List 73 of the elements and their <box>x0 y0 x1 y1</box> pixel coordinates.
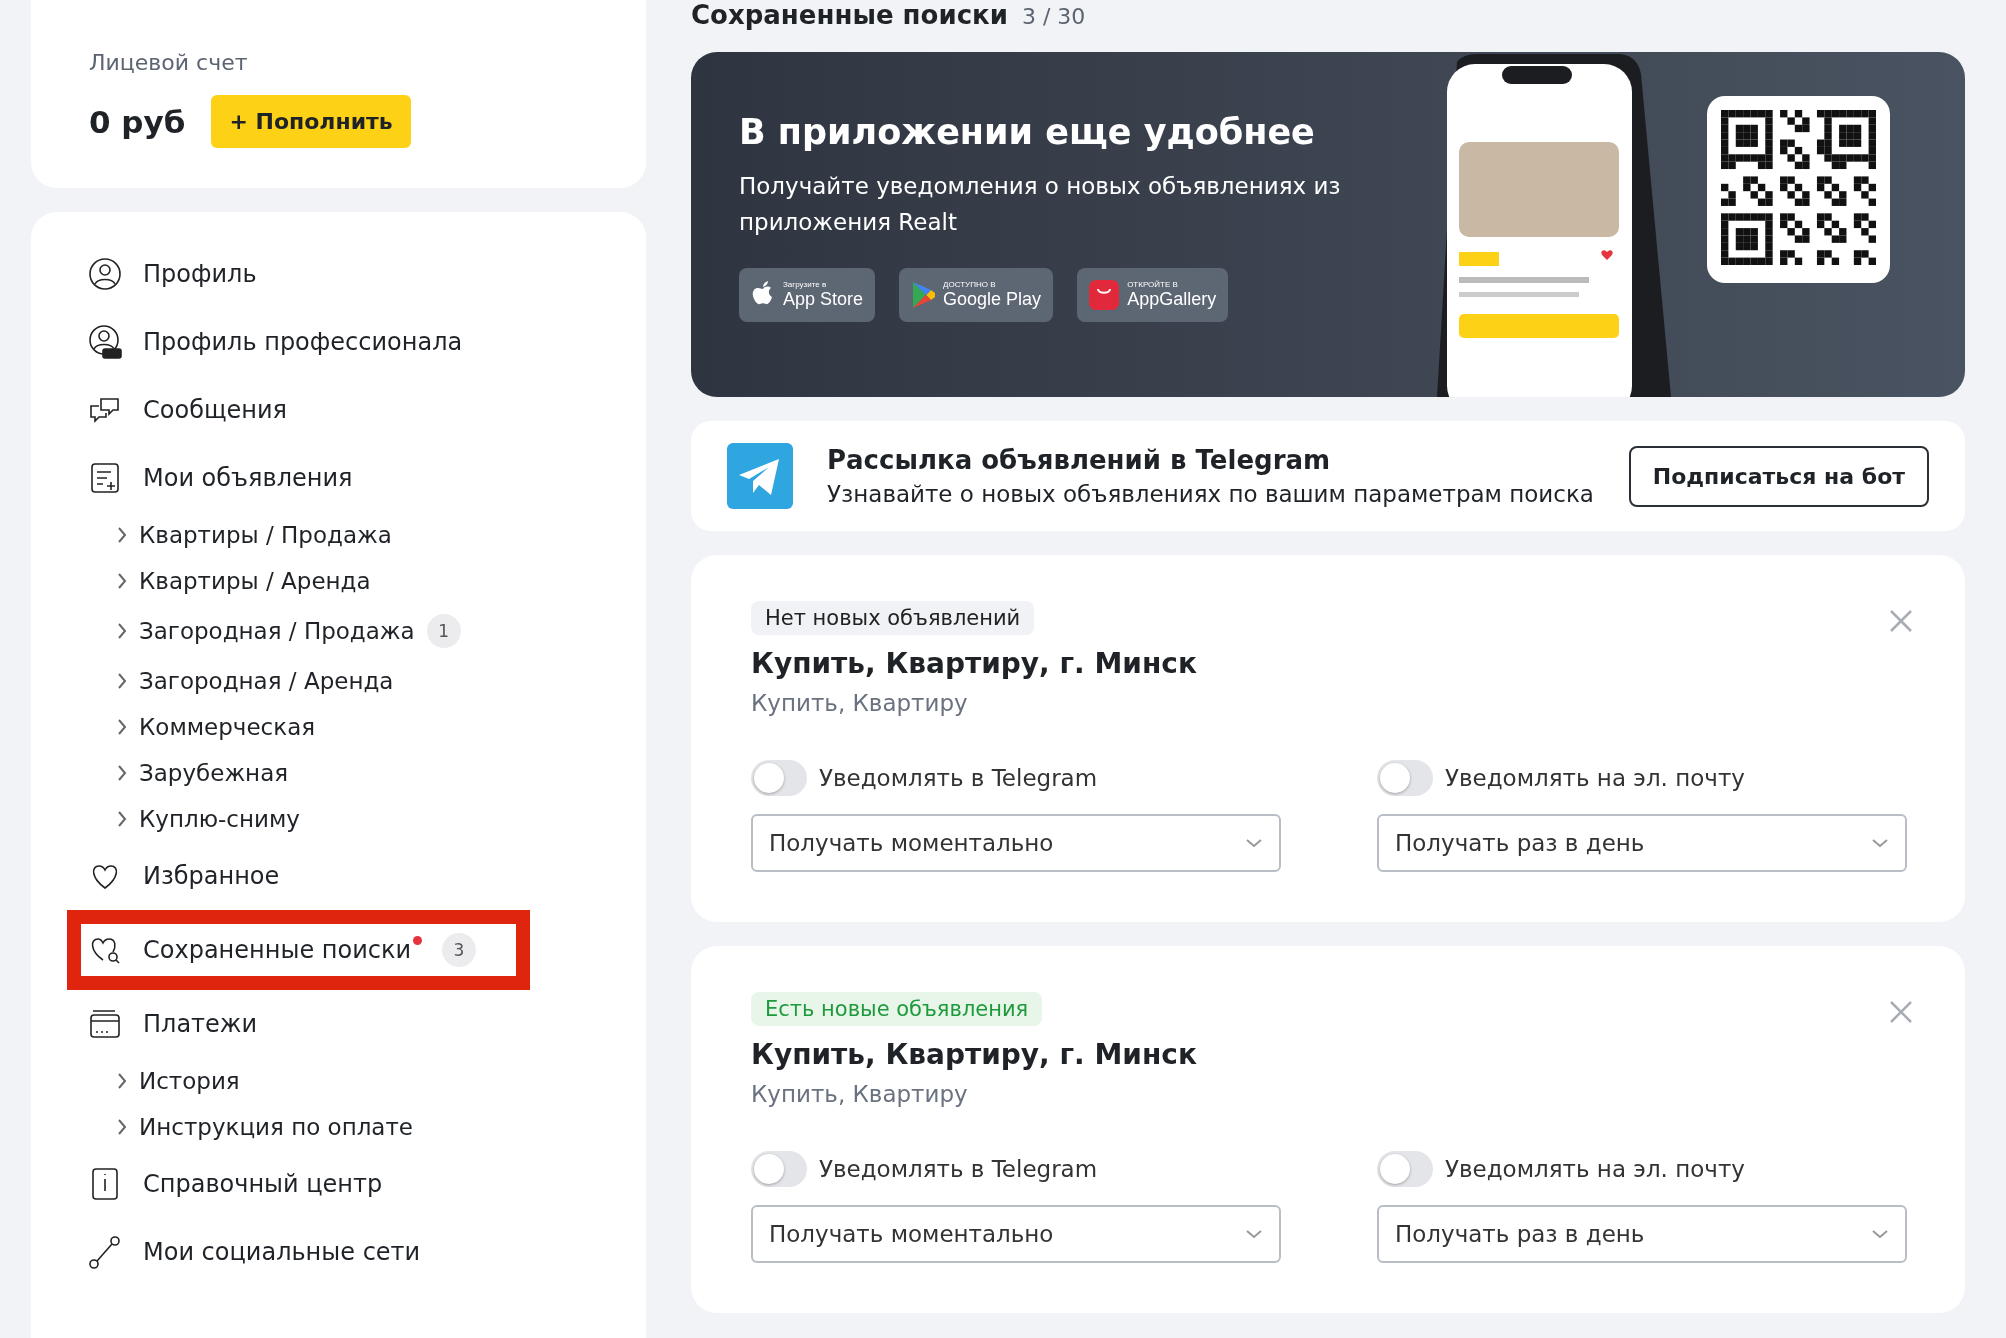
chevron-right-icon <box>117 572 127 590</box>
nav-item[interactable]: Избранное <box>143 862 280 890</box>
nav-item[interactable]: Мои социальные сети <box>143 1238 421 1266</box>
banner-title: В приложении еще удобнее <box>739 112 1316 152</box>
search-subtitle: Купить, Квартиру <box>751 690 969 716</box>
count-badge: 3 <box>442 933 477 967</box>
nav-subitem[interactable]: Загородная / Продажа <box>139 618 415 644</box>
nav-item[interactable]: Профиль <box>143 260 257 288</box>
nav-item[interactable]: Сообщения <box>143 396 288 424</box>
telegram-icon <box>727 443 793 509</box>
chevron-down-icon <box>1245 838 1263 848</box>
chevron-right-icon <box>117 810 127 828</box>
nav-item[interactable]: Мои объявления <box>143 464 353 492</box>
toggle-label: Уведомлять в Telegram <box>819 1156 1098 1182</box>
nav-subitem[interactable]: Загородная / Аренда <box>139 668 394 694</box>
play-triangle-icon <box>911 281 936 309</box>
nav-item[interactable]: Платежи <box>143 1010 258 1038</box>
status-tag: Есть новые объявления <box>751 992 1043 1026</box>
status-tag: Нет новых объявлений <box>751 601 1035 635</box>
user-icon <box>87 256 123 292</box>
user-pro-icon <box>87 324 123 360</box>
chevron-right-icon <box>117 1072 127 1090</box>
telegram-text: Узнавайте о новых объявлениях по вашим параметрам поиска <box>827 481 1595 507</box>
toggle-switch[interactable] <box>1377 760 1433 796</box>
account-label: Лицевой счет <box>89 50 249 75</box>
toggle-label: Уведомлять в Telegram <box>819 765 1098 791</box>
gallery-icon <box>1089 280 1120 310</box>
subscribe-bot-button[interactable]: Подписаться на бот <box>1628 445 1929 507</box>
page-title: Сохраненные поиски <box>691 0 1008 30</box>
toggle-switch[interactable] <box>751 1151 807 1187</box>
toggle-label: Уведомлять на эл. почту <box>1445 1156 1745 1182</box>
chevron-right-icon <box>117 764 127 782</box>
chevron-right-icon <box>117 526 127 544</box>
nav-subitem[interactable]: Инструкция по оплате <box>139 1114 413 1140</box>
chevron-down-icon <box>1871 1229 1889 1239</box>
nav-item[interactable]: Справочный центр <box>143 1170 383 1198</box>
store-button[interactable]: ДОСТУПНО В Google Play <box>899 268 1054 322</box>
chevron-down-icon <box>1871 838 1889 848</box>
banner-text: Получайте уведомления о новых объявлениях из приложения Realt <box>739 172 1342 237</box>
nav-subitem[interactable]: Квартиры / Продажа <box>139 522 392 548</box>
chevron-right-icon <box>117 1118 127 1136</box>
chevron-right-icon <box>117 622 127 640</box>
store-button[interactable]: ОТКРОЙТЕ В AppGallery <box>1077 268 1229 322</box>
frequency-select[interactable]: Получать моментально <box>751 814 1281 872</box>
telegram-title: Рассылка объявлений в Telegram <box>827 445 1332 475</box>
nav-subitem[interactable]: Зарубежная <box>139 760 289 786</box>
nav-subitem[interactable]: Коммерческая <box>139 714 316 740</box>
nav-subitem[interactable]: История <box>139 1068 240 1094</box>
nav-item[interactable]: Профиль профессионала <box>143 328 463 356</box>
close-icon[interactable] <box>1889 1000 1913 1024</box>
close-icon[interactable] <box>1889 609 1913 633</box>
frequency-select[interactable]: Получать раз в день <box>1377 814 1907 872</box>
search-title: Купить, Квартиру, г. Минск <box>751 1038 1198 1071</box>
count-badge: 1 <box>426 614 461 648</box>
chevron-right-icon <box>117 672 127 690</box>
balance: 0 руб <box>89 103 186 140</box>
highlight-frame[interactable]: Сохраненные поиски 3 <box>67 910 531 990</box>
chevron-down-icon <box>1245 1229 1263 1239</box>
chevron-right-icon <box>117 718 127 736</box>
search-subtitle: Купить, Квартиру <box>751 1081 969 1107</box>
nav-item[interactable]: Сохраненные поиски <box>143 936 412 964</box>
toggle-switch[interactable] <box>1377 1151 1433 1187</box>
share-icon <box>87 1234 123 1270</box>
frequency-select[interactable]: Получать моментально <box>751 1205 1281 1263</box>
search-title: Купить, Квартиру, г. Минск <box>751 647 1198 680</box>
top-up-button[interactable]: + Пополнить <box>211 95 411 148</box>
toggle-switch[interactable] <box>751 760 807 796</box>
nav-subitem[interactable]: Куплю-сниму <box>139 806 300 832</box>
toggle-label: Уведомлять на эл. почту <box>1445 765 1745 791</box>
nav-subitem[interactable]: Квартиры / Аренда <box>139 568 371 594</box>
search-counter: 3 / 30 <box>1021 4 1086 29</box>
frequency-select[interactable]: Получать раз в день <box>1377 1205 1907 1263</box>
store-button[interactable]: Загрузите в App Store <box>739 268 876 322</box>
